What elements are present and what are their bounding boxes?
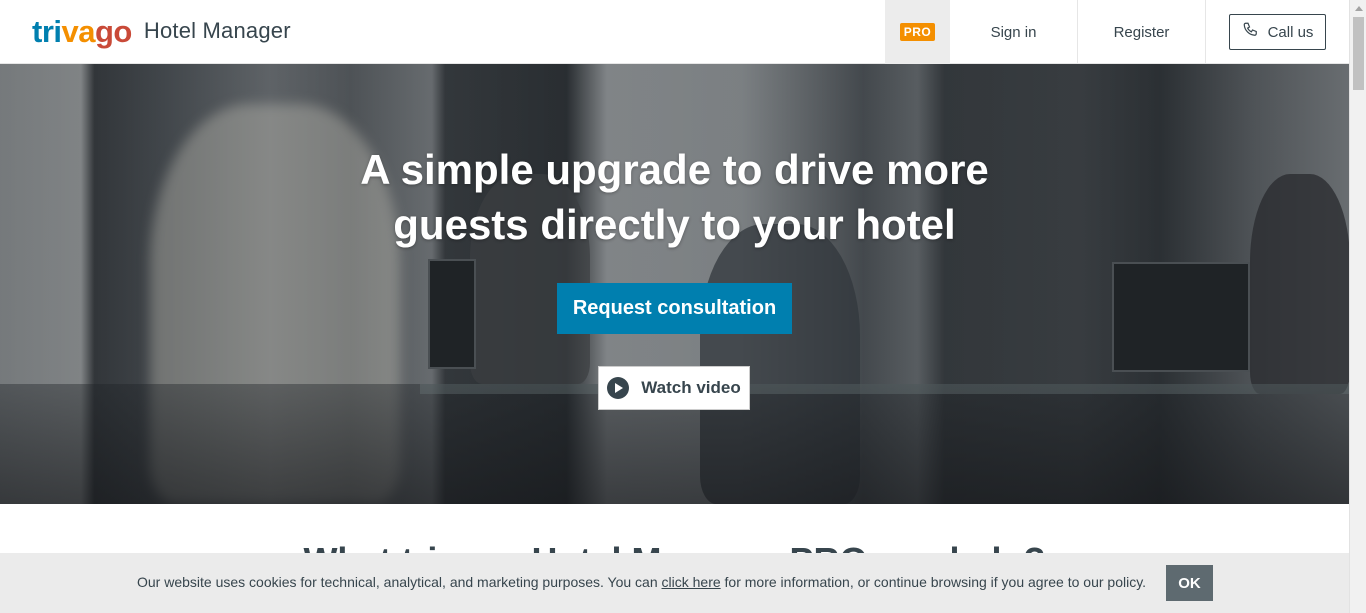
top-nav: PRO Sign in Register Call us <box>885 0 1349 64</box>
hero-photo-monitor-left <box>428 259 476 369</box>
logo-wordmark: trivago <box>32 13 132 49</box>
watch-video-button[interactable]: Watch video <box>598 366 750 410</box>
logo-product-name: Hotel Manager <box>143 18 291 43</box>
cookie-banner: Our website uses cookies for technical, … <box>0 553 1349 613</box>
cookie-info-link[interactable]: click here <box>662 574 721 590</box>
cookie-message: Our website uses cookies for technical, … <box>137 574 1147 590</box>
play-icon <box>607 377 630 399</box>
pro-badge: PRO <box>899 23 936 41</box>
hero-title-line1: A simple upgrade to drive more <box>360 146 989 193</box>
call-us-label: Call us <box>1267 23 1314 41</box>
register-link[interactable]: Register <box>1078 0 1206 64</box>
hero-banner: A simple upgrade to drive more guests di… <box>0 64 1349 504</box>
hero-title-line2: guests directly to your hotel <box>393 201 956 248</box>
nav-pro[interactable]: PRO <box>885 0 950 64</box>
trivago-logo[interactable]: trivago Hotel Manager <box>32 14 291 48</box>
scroll-thumb[interactable] <box>1353 17 1364 90</box>
cookie-ok-button[interactable]: OK <box>1166 565 1213 601</box>
sign-in-link[interactable]: Sign in <box>950 0 1078 64</box>
watch-video-label: Watch video <box>641 378 741 397</box>
scroll-up-arrow-icon[interactable] <box>1350 0 1366 17</box>
phone-icon <box>1242 21 1260 43</box>
call-us-button[interactable]: Call us <box>1229 14 1326 50</box>
call-us-wrapper: Call us <box>1206 0 1349 64</box>
request-consultation-button[interactable]: Request consultation <box>557 283 792 334</box>
hero-title: A simple upgrade to drive more guests di… <box>0 142 1349 252</box>
site-header: trivago Hotel Manager PRO Sign in Regist… <box>0 0 1349 64</box>
page-scrollbar[interactable] <box>1349 0 1366 613</box>
hero-photo-monitor-right <box>1112 262 1250 372</box>
